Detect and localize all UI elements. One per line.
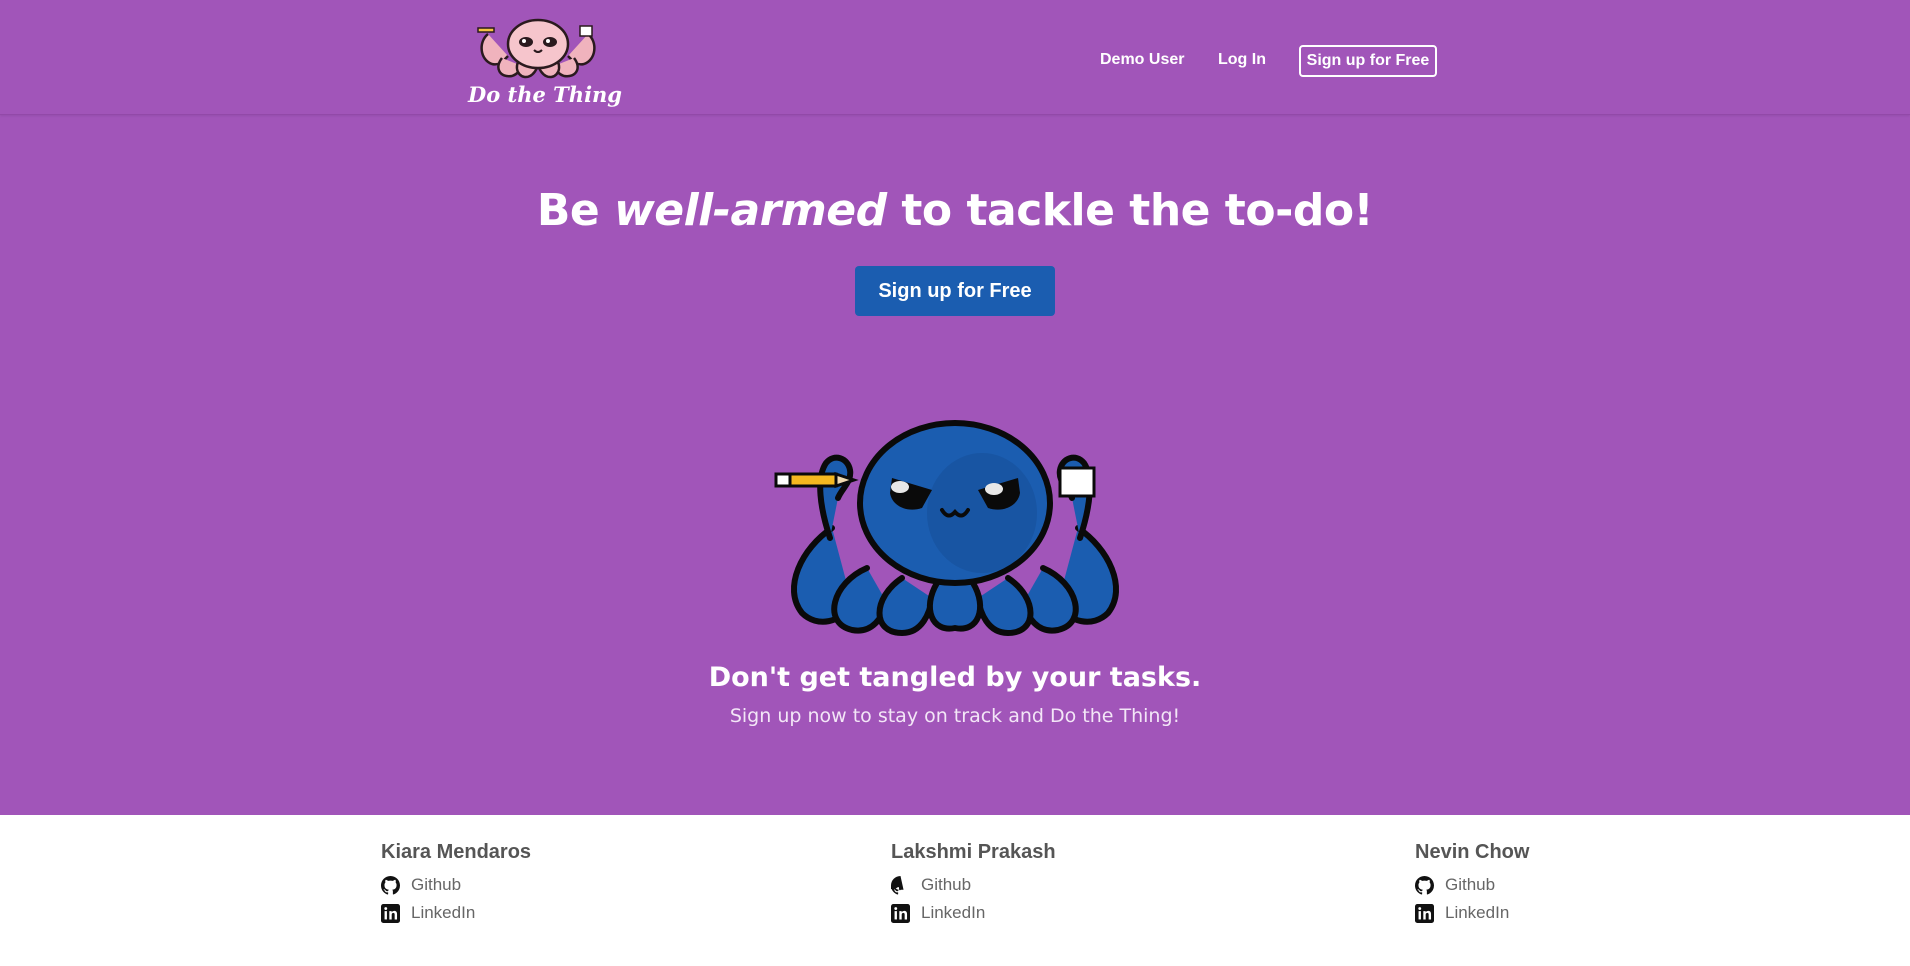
footer: Kiara Mendaros Github LinkedIn Lakshmi P… [0,815,1910,966]
hero-section: Do the Thing Demo User Log In Sign up fo… [0,0,1910,815]
logo[interactable]: Do the Thing [468,14,622,114]
linkedin-link-label: LinkedIn [1445,903,1510,922]
headline-after: to tackle the to-do! [886,185,1374,236]
headline-before: Be [536,185,615,236]
linkedin-link-label: LinkedIn [921,903,986,922]
team-member-name: Nevin Chow [1415,841,1530,863]
github-link[interactable]: Github [381,875,531,895]
hero-tagline: Don't get tangled by your tasks. [708,662,1202,693]
hero-signup-button[interactable]: Sign up for Free [855,266,1055,316]
github-link[interactable]: Github [1415,875,1529,895]
linkedin-icon [891,903,910,923]
linkedin-icon [381,903,400,923]
octopus-mascot-icon [774,420,1120,636]
linkedin-link[interactable]: LinkedIn [381,903,531,923]
github-icon [1415,875,1434,895]
github-link-label: Github [411,875,462,894]
github-link-label: Github [1445,875,1496,894]
hero-headline: Be well-armed to tackle the to-do! [0,185,1910,236]
nav-demo-user-link[interactable]: Demo User [1100,51,1184,69]
team-member-lakshmi: Lakshmi Prakash Github LinkedIn [891,841,1056,923]
nav-signup-button[interactable]: Sign up for Free [1299,45,1437,77]
linkedin-link-label: LinkedIn [411,903,476,922]
github-link[interactable]: Github [891,875,1056,895]
github-link-label: Github [921,875,972,894]
logo-text: Do the Thing [468,82,622,107]
github-icon [891,875,904,895]
team-member-name: Kiara Mendaros [381,841,532,863]
github-icon [381,875,400,895]
hero-subline: Sign up now to stay on track and Do the … [729,705,1181,727]
linkedin-link[interactable]: LinkedIn [891,903,1056,923]
nav-login-link[interactable]: Log In [1218,51,1266,69]
linkedin-link[interactable]: LinkedIn [1415,903,1529,923]
team-member-nevin: Nevin Chow Github LinkedIn [1415,841,1529,923]
headline-emphasis: well-armed [614,185,887,236]
team-member-name: Lakshmi Prakash [891,841,1056,863]
team-member-kiara: Kiara Mendaros Github LinkedIn [381,841,531,923]
navbar: Do the Thing Demo User Log In Sign up fo… [0,0,1910,115]
octopus-logo-icon [477,18,596,79]
linkedin-icon [1415,903,1434,923]
